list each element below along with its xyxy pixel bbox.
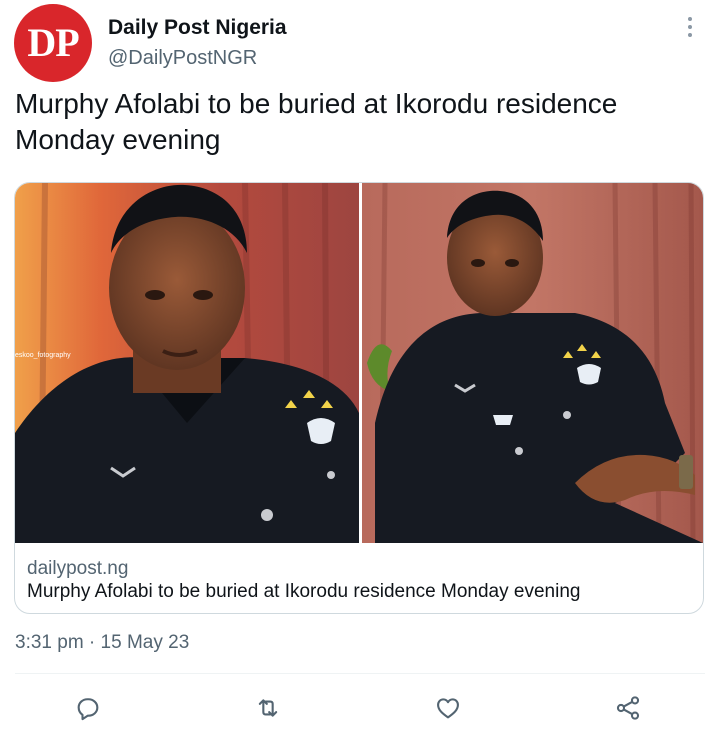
card-title: Murphy Afolabi to be buried at Ikorodu r… — [27, 581, 581, 602]
display-name[interactable]: Daily Post Nigeria — [108, 16, 287, 40]
divider — [15, 673, 705, 674]
like-button[interactable] — [432, 692, 464, 724]
user-handle[interactable]: @DailyPostNGR — [108, 47, 257, 70]
avatar-logo-text: DP — [27, 20, 79, 65]
photo-watermark: eskoo_fotography — [15, 352, 71, 359]
link-card[interactable]: eskoo_fotography dailypost.ng Murphy Afo… — [14, 182, 704, 614]
retweet-icon — [258, 699, 278, 717]
like-icon — [437, 698, 459, 719]
reply-button[interactable] — [72, 692, 104, 724]
avatar[interactable]: DP — [14, 4, 92, 82]
tweet-text: Murphy Afolabi to be buried at Ikorodu r… — [15, 88, 618, 155]
card-image[interactable]: eskoo_fotography — [15, 183, 703, 543]
tweet-timestamp[interactable]: 3:31 pm · 15 May 23 — [15, 632, 189, 654]
more-options-icon[interactable] — [680, 14, 700, 40]
retweet-button[interactable] — [252, 692, 284, 724]
reply-icon — [77, 698, 99, 721]
share-icon — [616, 696, 640, 720]
card-domain: dailypost.ng — [27, 558, 129, 579]
share-button[interactable] — [612, 692, 644, 724]
